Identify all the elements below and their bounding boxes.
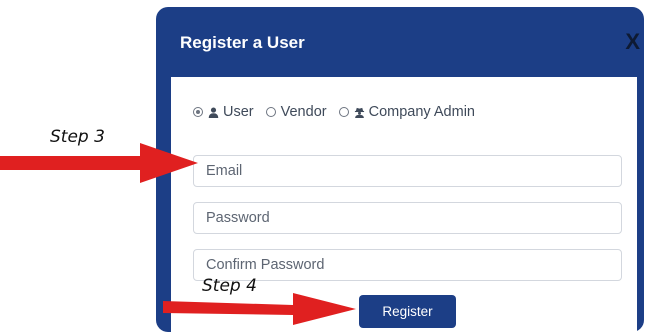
- role-label-company-admin: Company Admin: [368, 104, 475, 120]
- role-radio-group: User Vendor Company Admin: [193, 104, 487, 120]
- vendor-radio[interactable]: [265, 107, 276, 117]
- role-label-vendor: Vendor: [280, 104, 327, 120]
- confirm-password-field[interactable]: [193, 249, 622, 281]
- step-4-arrow-icon: [163, 293, 356, 325]
- role-label-user: User: [223, 104, 254, 120]
- close-button[interactable]: X: [625, 29, 640, 55]
- email-field[interactable]: [193, 155, 622, 187]
- user-radio[interactable]: [193, 107, 203, 117]
- role-option-company-admin[interactable]: Company Admin: [338, 104, 475, 120]
- role-option-user[interactable]: User: [193, 104, 254, 120]
- modal-title: Register a User: [180, 33, 305, 52]
- user-secret-icon: [354, 107, 364, 118]
- user-icon: [208, 107, 219, 118]
- step-3-arrow-icon: [0, 143, 198, 183]
- password-field[interactable]: [193, 202, 622, 234]
- role-option-vendor[interactable]: Vendor: [265, 104, 327, 120]
- company-admin-radio[interactable]: [338, 107, 349, 117]
- modal-header: Register a User X: [156, 7, 644, 79]
- register-button[interactable]: Register: [359, 295, 456, 328]
